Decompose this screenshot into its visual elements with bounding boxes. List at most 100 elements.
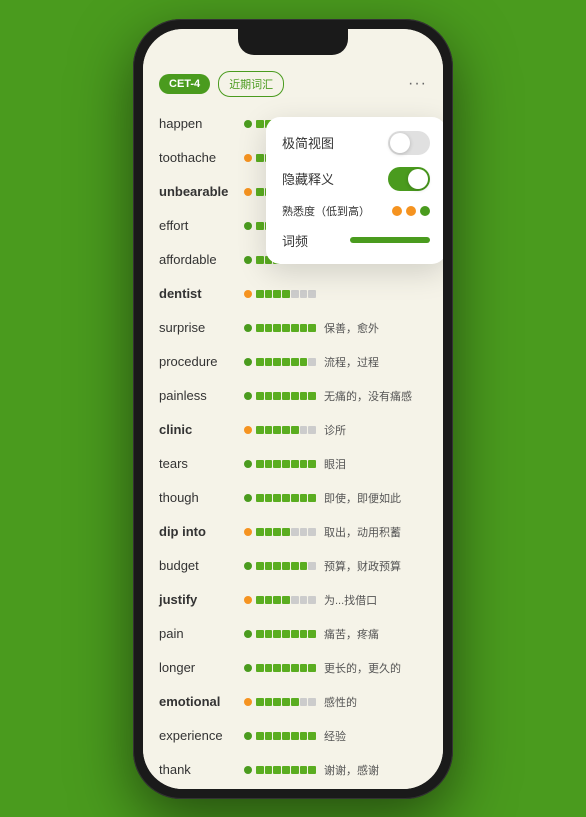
word-text: affordable bbox=[159, 252, 244, 267]
frequency-bar bbox=[256, 528, 316, 536]
word-row[interactable]: procedure 流程，过程 bbox=[143, 345, 443, 379]
familiarity-dot bbox=[244, 494, 252, 502]
recent-tag[interactable]: 近期词汇 bbox=[218, 71, 284, 97]
word-meaning: 诊所 bbox=[324, 422, 427, 438]
word-row[interactable]: pain 痛苦，疼痛 bbox=[143, 617, 443, 651]
hide-meaning-label: 隐藏释义 bbox=[282, 169, 334, 188]
word-text: dip into bbox=[159, 524, 244, 539]
word-text: procedure bbox=[159, 354, 244, 369]
header: CET-4 近期词汇 ··· bbox=[143, 63, 443, 103]
word-row[interactable]: thank 谢谢，感谢 bbox=[143, 753, 443, 787]
familiarity-dot bbox=[244, 664, 252, 672]
word-text: longer bbox=[159, 660, 244, 675]
familiarity-dot bbox=[244, 426, 252, 434]
familiarity-dot bbox=[244, 290, 252, 298]
familiarity-dot bbox=[244, 256, 252, 264]
familiarity-row: 熟悉度（低到高） bbox=[282, 203, 430, 219]
familiarity-dot bbox=[244, 154, 252, 162]
word-text: experience bbox=[159, 728, 244, 743]
word-meaning: 即使，即便如此 bbox=[324, 490, 427, 506]
familiarity-dot bbox=[244, 528, 252, 536]
hide-meaning-row: 隐藏释义 bbox=[282, 167, 430, 191]
hide-meaning-toggle[interactable] bbox=[388, 167, 430, 191]
fam-dot-2 bbox=[406, 206, 416, 216]
toggle-knob bbox=[390, 133, 410, 153]
familiarity-dot bbox=[244, 188, 252, 196]
word-meaning: 无痛的，没有痛感 bbox=[324, 388, 427, 404]
familiarity-dot bbox=[244, 324, 252, 332]
word-text: toothache bbox=[159, 150, 244, 165]
familiarity-dot bbox=[244, 222, 252, 230]
word-row[interactable]: experience 经验 bbox=[143, 719, 443, 753]
word-text: unbearable bbox=[159, 184, 244, 199]
fam-dot-3 bbox=[420, 206, 430, 216]
word-text: dentist bbox=[159, 286, 244, 301]
frequency-bar bbox=[256, 460, 316, 468]
word-text: effort bbox=[159, 218, 244, 233]
frequency-bar bbox=[256, 290, 316, 298]
more-options-button[interactable]: ··· bbox=[408, 75, 427, 93]
familiarity-dot bbox=[244, 596, 252, 604]
word-meaning: 保善，愈外 bbox=[324, 320, 427, 336]
frequency-bar bbox=[256, 426, 316, 434]
word-meaning: 痛苦，疼痛 bbox=[324, 626, 427, 642]
word-row[interactable]: longer 更长的，更久的 bbox=[143, 651, 443, 685]
word-text: thank bbox=[159, 762, 244, 777]
word-text: tears bbox=[159, 456, 244, 471]
phone-frame: CET-4 近期词汇 ··· happen toothache unbearable… bbox=[133, 19, 453, 799]
word-meaning: 谢谢，感谢 bbox=[324, 762, 427, 778]
frequency-bar bbox=[256, 392, 316, 400]
familiarity-dot bbox=[244, 392, 252, 400]
frequency-bar bbox=[256, 664, 316, 672]
phone-screen: CET-4 近期词汇 ··· happen toothache unbearable… bbox=[143, 29, 443, 789]
fam-dot-1 bbox=[392, 206, 402, 216]
notch bbox=[238, 29, 348, 55]
familiarity-dot bbox=[244, 630, 252, 638]
word-meaning: 流程，过程 bbox=[324, 354, 427, 370]
familiarity-dot bbox=[244, 120, 252, 128]
word-text: happen bbox=[159, 116, 244, 131]
familiarity-label: 熟悉度（低到高） bbox=[282, 203, 370, 219]
familiarity-dot bbox=[244, 562, 252, 570]
familiarity-dot bbox=[244, 358, 252, 366]
simple-view-row: 极简视图 bbox=[282, 131, 430, 155]
word-row[interactable]: surprise 保善，愈外 bbox=[143, 311, 443, 345]
word-row[interactable]: dip into 取出，动用积蓄 bbox=[143, 515, 443, 549]
word-text: budget bbox=[159, 558, 244, 573]
frequency-label: 词频 bbox=[282, 231, 308, 250]
familiarity-dot bbox=[244, 766, 252, 774]
word-row[interactable]: painless无痛的，没有痛感 bbox=[143, 379, 443, 413]
simple-view-label: 极简视图 bbox=[282, 133, 334, 152]
word-row[interactable]: emotional感性的 bbox=[143, 685, 443, 719]
cet-tag[interactable]: CET-4 bbox=[159, 74, 210, 94]
frequency-bar bbox=[256, 732, 316, 740]
word-row[interactable]: budget 预算，财政预算 bbox=[143, 549, 443, 583]
word-meaning: 为...找借口 bbox=[324, 592, 427, 608]
word-text: surprise bbox=[159, 320, 244, 335]
screen-content: CET-4 近期词汇 ··· happen toothache unbearable… bbox=[143, 29, 443, 789]
frequency-bar bbox=[350, 237, 430, 243]
familiarity-dot bbox=[244, 732, 252, 740]
familiarity-dot bbox=[244, 698, 252, 706]
frequency-bar bbox=[256, 324, 316, 332]
word-text: pain bbox=[159, 626, 244, 641]
word-row[interactable]: clinic 诊所 bbox=[143, 413, 443, 447]
word-meaning: 经验 bbox=[324, 728, 427, 744]
frequency-bar bbox=[256, 358, 316, 366]
frequency-bar bbox=[256, 698, 316, 706]
frequency-bar bbox=[256, 766, 316, 774]
familiarity-dots bbox=[392, 206, 430, 216]
frequency-bar bbox=[256, 562, 316, 570]
word-meaning: 更长的，更久的 bbox=[324, 660, 427, 676]
word-meaning: 眼泪 bbox=[324, 456, 427, 472]
frequency-row: 词频 bbox=[282, 231, 430, 250]
word-text: clinic bbox=[159, 422, 244, 437]
word-meaning: 预算，财政预算 bbox=[324, 558, 427, 574]
word-row[interactable]: though即使，即便如此 bbox=[143, 481, 443, 515]
word-meaning: 取出，动用积蓄 bbox=[324, 524, 427, 540]
word-row[interactable]: dentist bbox=[143, 277, 443, 311]
simple-view-toggle[interactable] bbox=[388, 131, 430, 155]
word-row[interactable]: tears 眼泪 bbox=[143, 447, 443, 481]
word-row[interactable]: feared害怕的 bbox=[143, 787, 443, 789]
word-row[interactable]: justify为...找借口 bbox=[143, 583, 443, 617]
